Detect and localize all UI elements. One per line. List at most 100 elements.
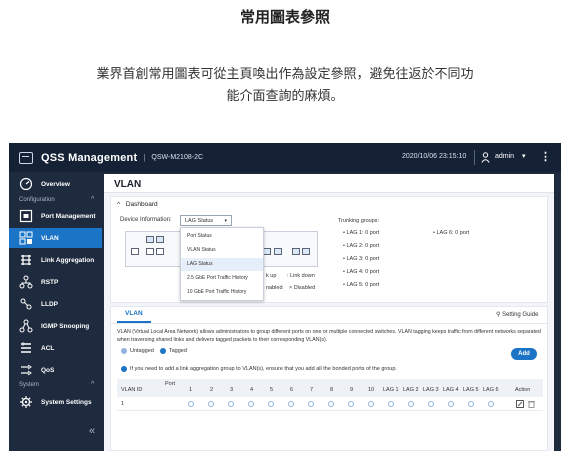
lag-membership-radio[interactable] [388,401,394,407]
trunk-group-lag1: • LAG 1: 0 port [343,230,380,236]
setting-guide-button[interactable]: ⚲ Setting Guide [496,311,538,318]
lag-membership-radio[interactable] [488,401,494,407]
sidebar-item-vlan[interactable]: VLAN [9,228,102,248]
collapse-sidebar-icon[interactable]: « [89,425,95,437]
more-options-icon[interactable]: ⋮ [540,150,551,163]
lag-membership-radio[interactable] [408,401,414,407]
add-vlan-button[interactable]: Add [511,348,537,360]
column-header: 3 [230,387,234,393]
port-icon [156,248,164,255]
dropdown-option-lag-status[interactable]: LAG Status [181,258,263,271]
link-aggregation-icon [21,255,31,265]
dashboard-toggle[interactable]: ^ Dashboard [117,201,158,208]
vlan-description: VLAN (Virtual Local Area Network) allows… [117,329,541,343]
dropdown-option-10gbe-history[interactable]: 10 GbE Port Traffic History [181,286,263,299]
main-content: VLAN ^ Dashboard Device Information: LAG… [104,174,554,451]
sidebar-item-label: LLDP [41,300,58,308]
tag-legend: Untagged Tagged [121,348,187,354]
device-info-dropdown: Port Status VLAN Status LAG Status 2.5 G… [180,227,264,301]
sidebar-item-overview[interactable]: Overview [9,174,102,194]
column-header: LAG 3 [423,387,439,393]
tagged-label: Tagged [168,348,187,354]
lldp-icon [20,298,32,310]
lag-membership-radio[interactable] [448,401,454,407]
column-header: 2 [210,387,214,393]
port-membership-radio[interactable] [328,401,334,407]
sidebar-item-label: ACL [41,344,55,352]
device-model: QSW-M2108-2C [151,154,204,161]
port-membership-radio[interactable] [368,401,374,407]
dropdown-option-port-status[interactable]: Port Status [181,230,263,243]
delete-icon[interactable] [528,400,535,408]
chevron-up-icon: ^ [117,201,121,208]
column-header: LAG 4 [443,387,459,393]
legend-link-up: k up [266,273,277,279]
column-header: LAG 6 [483,387,499,393]
port-icon [146,248,154,255]
column-header: LAG 1 [383,387,399,393]
igmp-icon [19,319,33,333]
chevron-up-icon[interactable]: ^ [91,196,94,203]
dashboard-card: ^ Dashboard Device Information: LAG Stat… [110,196,548,303]
sidebar-item-label: VLAN [41,234,59,242]
port-membership-radio[interactable] [268,401,274,407]
sidebar-item-qos[interactable]: QoS [9,360,102,380]
port-membership-radio[interactable] [308,401,314,407]
port-icon [156,236,164,243]
qss-logo-icon [19,151,33,164]
chevron-down-icon[interactable]: ▾ [522,152,526,160]
sidebar-item-lldp[interactable]: LLDP [9,294,102,314]
page-description: 業界首創常用圖表可從主頁喚出作為設定參照，避免往返於不同功 能介面查詢的麻煩。 [40,64,530,108]
column-header: Port [165,381,176,387]
lag-membership-radio[interactable] [428,401,434,407]
column-header: Action [515,387,531,393]
section-configuration: Configuration [19,197,55,203]
legend-enabled: nabled [266,285,283,291]
column-header: LAG 5 [463,387,479,393]
sidebar-item-link-aggregation[interactable]: Link Aggregation [9,250,102,270]
trunk-group-lag6: • LAG 6: 0 port [433,230,470,236]
chevron-up-icon[interactable]: ^ [91,381,94,388]
sidebar-item-system-settings[interactable]: System Settings [9,392,102,412]
divider [474,150,475,165]
lag-membership-radio[interactable] [468,401,474,407]
edit-icon[interactable] [516,400,524,408]
column-header: 10 [368,387,375,393]
device-info-select[interactable]: LAG Status ▾ [180,215,232,226]
sidebar-item-rstp[interactable]: RSTP [9,272,102,292]
untagged-label: Untagged [130,348,154,354]
table-row[interactable]: 1 [117,397,543,411]
table-header: VLAN ID Port 1 2 3 4 5 6 7 8 9 10 LAG 1 … [117,379,543,397]
user-icon[interactable] [481,152,490,163]
datetime: 2020/10/06 23:15:10 [402,153,467,160]
trunk-group-lag2: • LAG 2: 0 port [343,243,380,249]
sidebar-item-label: IGMP Snooping [41,322,90,330]
dropdown-option-2-5gbe-history[interactable]: 2.5 GbE Port Traffic History [181,272,263,285]
column-header: VLAN ID [121,387,143,393]
port-membership-radio[interactable] [188,401,194,407]
description-line-1: 業界首創常用圖表可從主頁喚出作為設定參照，避免往返於不同功 [96,67,474,82]
port-icon [146,236,154,243]
user-menu[interactable]: admin [495,153,514,160]
dropdown-option-vlan-status[interactable]: VLAN Status [181,244,263,257]
sidebar-item-acl[interactable]: ACL [9,338,102,358]
column-header: 8 [330,387,334,393]
sidebar-item-port-management[interactable]: Port Management [9,206,102,226]
port-membership-radio[interactable] [288,401,294,407]
port-membership-radio[interactable] [348,401,354,407]
port-membership-radio[interactable] [208,401,214,407]
trunking-groups-heading: Trunking groups: [338,218,380,224]
port-membership-radio[interactable] [228,401,234,407]
section-system: System [19,382,40,388]
port-membership-radio[interactable] [248,401,254,407]
rstp-icon [19,275,33,289]
column-header: 4 [250,387,254,393]
sidebar-item-label: RSTP [41,278,59,286]
column-header: 6 [290,387,294,393]
sidebar-item-igmp-snooping[interactable]: IGMP Snooping [9,316,102,336]
vlan-icon [19,231,33,245]
tab-vlan[interactable]: VLAN [125,310,143,317]
top-bar: QSS Management | QSW-M2108-2C 2020/10/06… [9,143,561,172]
chevron-down-icon: ▾ [224,218,227,224]
port-icon [263,248,271,255]
